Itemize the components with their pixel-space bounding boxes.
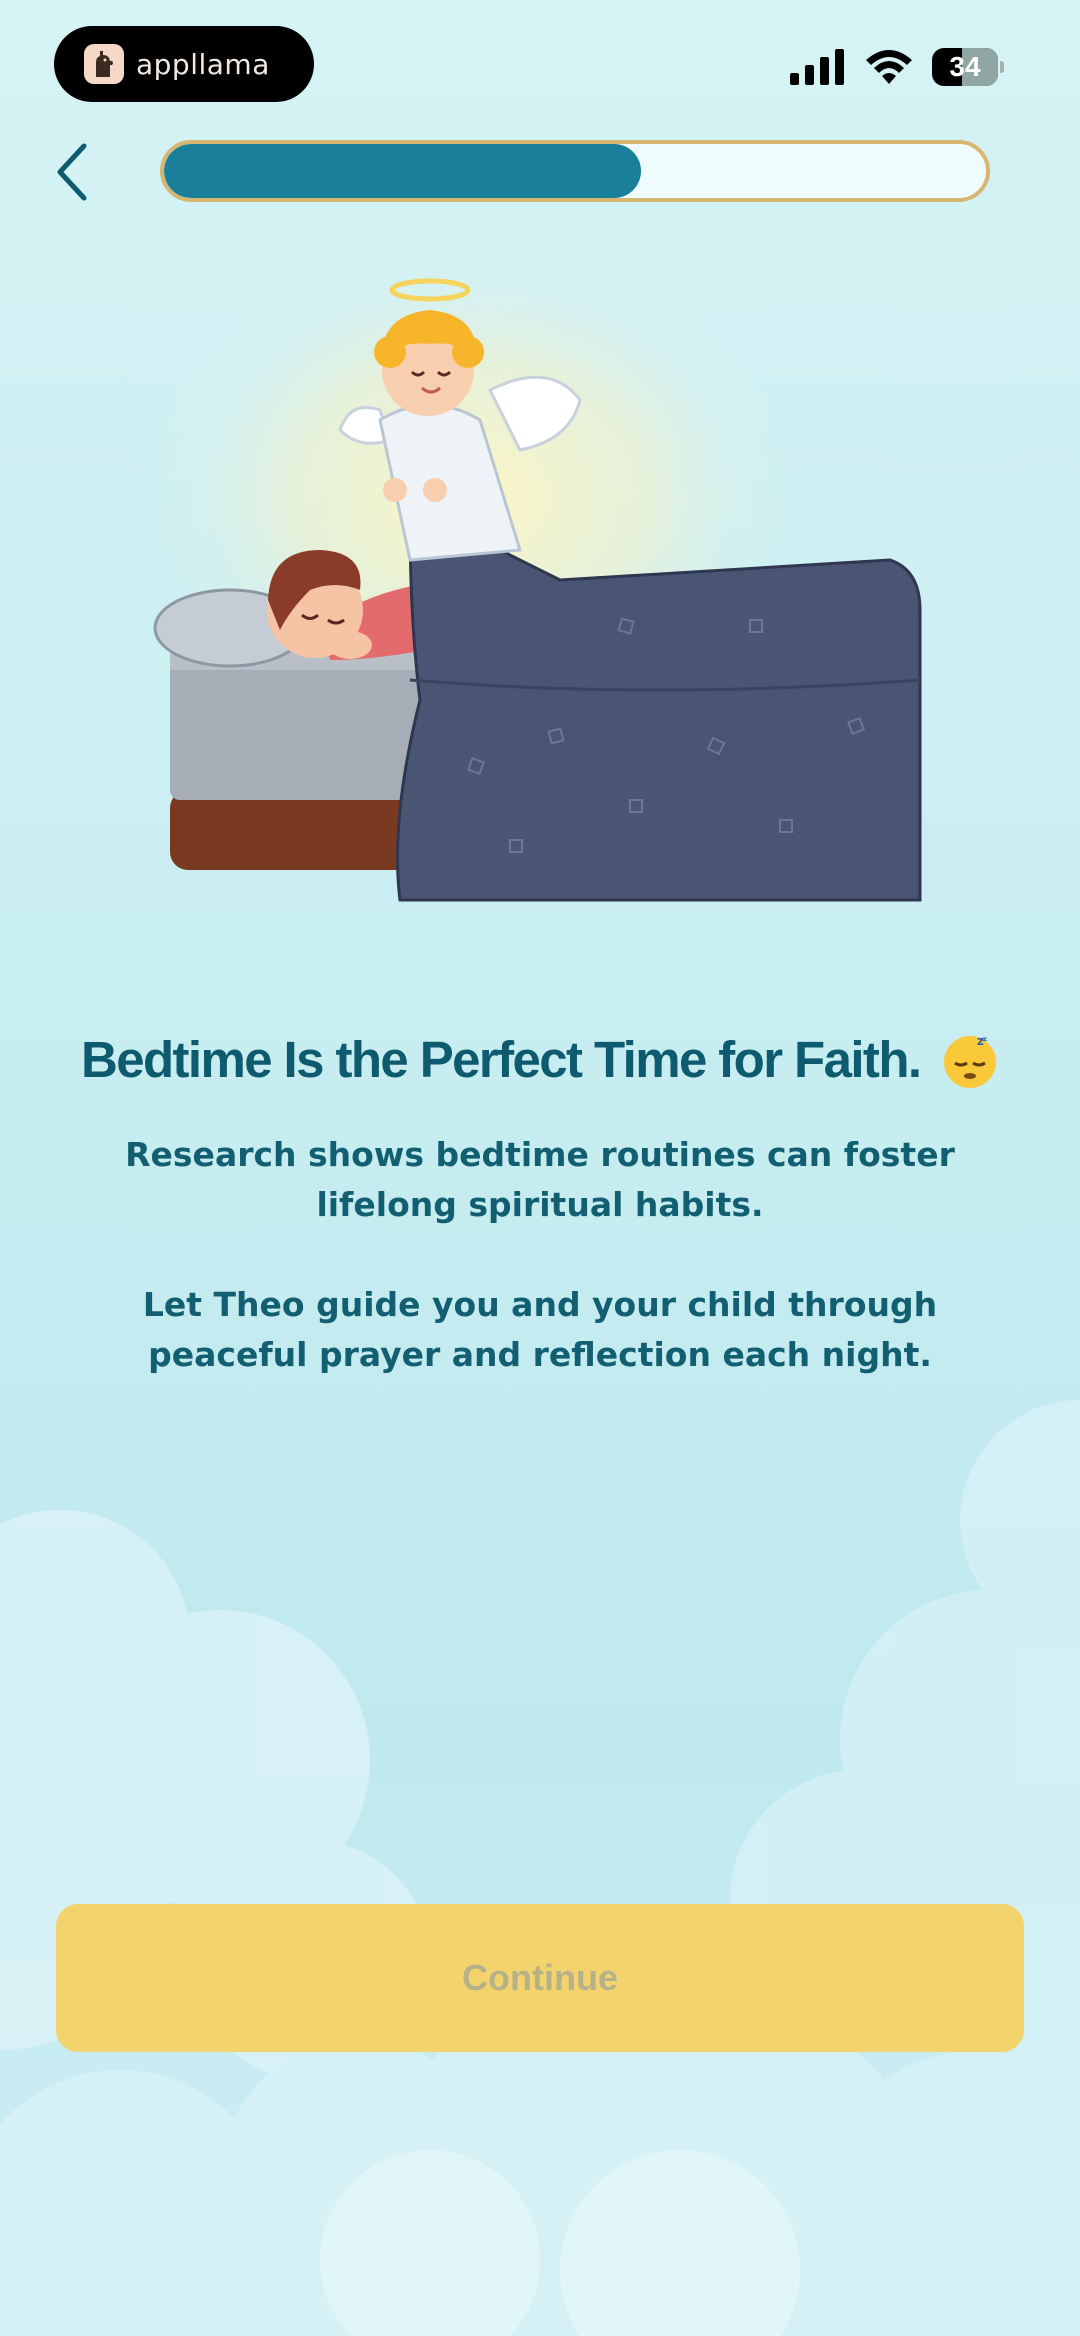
angel-figure xyxy=(338,278,582,562)
angel-tucking-child-illustration xyxy=(153,278,922,902)
status-icons: 34 xyxy=(790,48,1004,86)
back-button[interactable] xyxy=(44,140,100,204)
brand-pill: appllama xyxy=(54,26,314,102)
page-title: Bedtime Is the Perfect Time for Faith. z… xyxy=(0,1030,1080,1093)
wifi-icon xyxy=(866,50,912,84)
halo xyxy=(389,278,471,302)
progress-fill xyxy=(164,144,641,198)
guide-paragraph: Let Theo guide you and your child throug… xyxy=(142,1285,938,1374)
sleeping-face-emoji-icon: zᶻ xyxy=(944,1034,997,1088)
llama-logo-icon xyxy=(84,44,124,84)
page-title-text: Bedtime Is the Perfect Time for Faith. xyxy=(80,1031,922,1088)
continue-button[interactable]: Continue xyxy=(56,1904,1024,2052)
battery-level: 34 xyxy=(949,51,981,82)
chevron-left-icon xyxy=(57,143,87,201)
battery-tip xyxy=(1000,61,1004,73)
battery-icon: 34 xyxy=(932,48,998,86)
progress-bar xyxy=(160,140,990,202)
cellular-signal-icon xyxy=(790,49,844,85)
intro-paragraph: Research shows bedtime routines can fost… xyxy=(125,1135,955,1224)
status-bar: appllama 34 xyxy=(0,0,1080,120)
brand-name: appllama xyxy=(136,47,270,81)
blanket xyxy=(396,513,922,902)
